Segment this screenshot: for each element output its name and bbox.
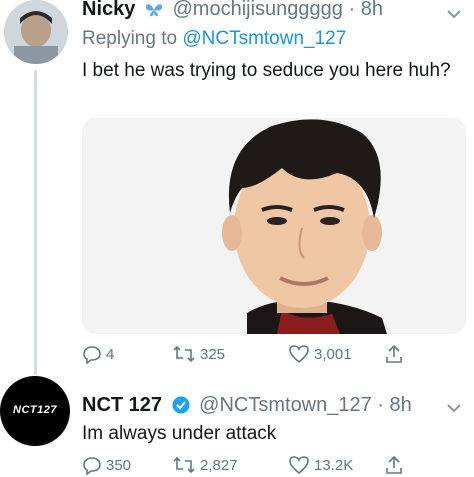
retweet-button[interactable]: 325 [172, 344, 225, 364]
replying-prefix: Replying to [82, 28, 178, 49]
heart-icon [289, 456, 309, 475]
avatar-nct127[interactable]: NCT127 [0, 376, 70, 446]
reply-count: 4 [106, 345, 115, 363]
tweet-text: I bet he was trying to seduce you here h… [82, 60, 451, 81]
timestamp[interactable]: 8h [361, 0, 383, 20]
like-count: 13.2K [314, 456, 354, 474]
chevron-down-icon[interactable] [446, 6, 462, 24]
user-handle[interactable]: @mochijisunggggg [173, 0, 343, 20]
like-count: 3,001 [314, 345, 352, 363]
retweet-count: 2,827 [200, 456, 238, 474]
display-name[interactable]: Nicky [82, 0, 135, 20]
verified-badge-icon [172, 396, 190, 420]
like-button[interactable]: 13.2K [288, 455, 353, 475]
reply-icon [83, 457, 101, 475]
separator-dot: · [348, 0, 356, 20]
tweet-header: Nicky @mochijisunggggg · 8h [82, 0, 383, 24]
separator-dot: · [377, 394, 384, 416]
like-button[interactable]: 3,001 [288, 344, 352, 364]
tweet-text: Im always under attack [82, 423, 277, 444]
tweet-media-image[interactable] [82, 118, 466, 334]
avatar-nicky[interactable] [4, 0, 68, 64]
nct127-logo: NCT127 [13, 404, 57, 416]
user-handle[interactable]: @NCTsmtown_127 [199, 394, 372, 416]
retweet-button[interactable]: 2,827 [172, 455, 238, 475]
chevron-down-icon[interactable] [446, 400, 462, 418]
reply-icon [83, 346, 101, 364]
reply-button[interactable]: 4 [82, 344, 114, 364]
retweet-count: 325 [200, 345, 226, 363]
retweet-icon [173, 456, 195, 474]
thread-connector-line [34, 70, 37, 375]
share-button[interactable] [384, 455, 408, 475]
butterfly-icon [145, 1, 163, 24]
portrait-photo [82, 118, 466, 334]
reply-button[interactable]: 350 [82, 455, 131, 475]
retweet-icon [173, 345, 195, 363]
heart-icon [289, 345, 309, 364]
avatar-image [4, 0, 68, 64]
replying-mention-link[interactable]: @NCTsmtown_127 [182, 28, 346, 49]
share-icon [386, 344, 402, 363]
timestamp[interactable]: 8h [390, 394, 412, 416]
reply-count: 350 [106, 456, 132, 474]
share-icon [386, 455, 402, 474]
share-button[interactable] [384, 344, 408, 364]
replying-to: Replying to @NCTsmtown_127 [82, 28, 346, 50]
tweet-header: NCT 127 @NCTsmtown_127 · 8h [82, 394, 412, 420]
display-name[interactable]: NCT 127 [82, 394, 162, 416]
